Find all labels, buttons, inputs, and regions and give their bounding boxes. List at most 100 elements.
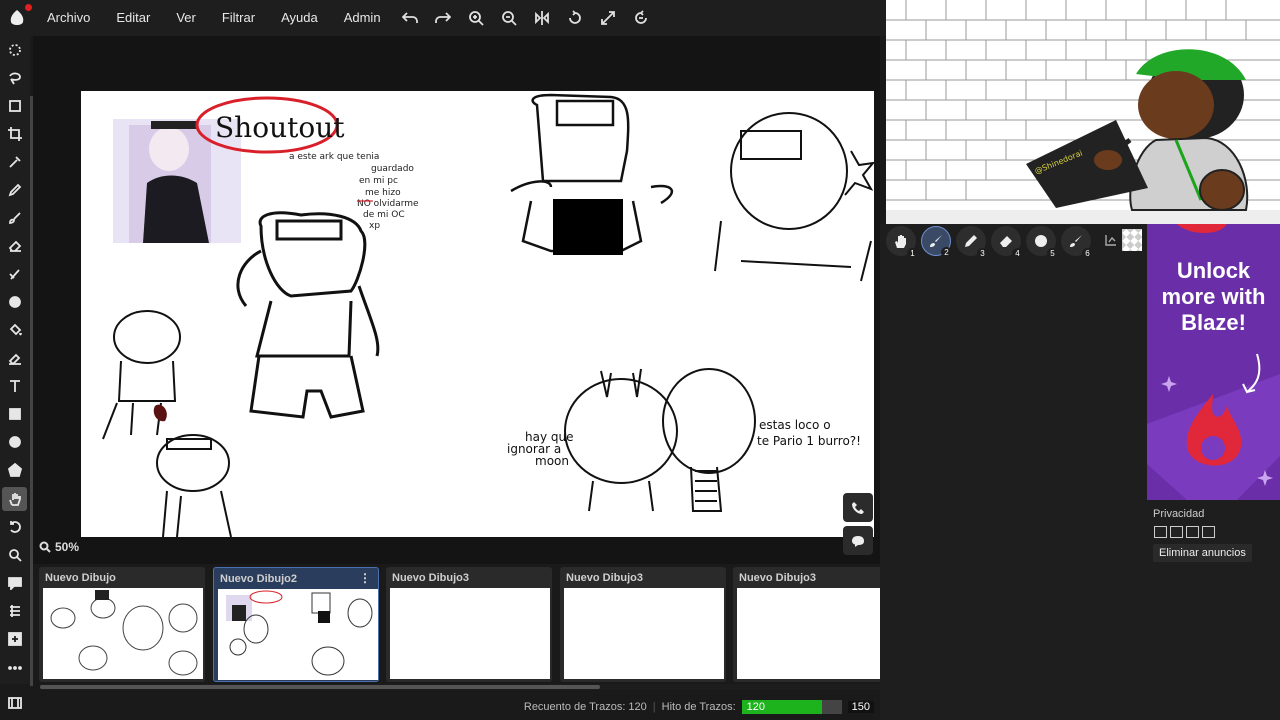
undo-icon[interactable] — [394, 0, 427, 36]
zoom-out-icon[interactable] — [493, 0, 526, 36]
pencil-icon[interactable] — [2, 178, 27, 202]
brush-preset-6[interactable]: 6 — [1061, 226, 1093, 259]
brush-presets: 1 2 3 4 5 6 — [886, 226, 1093, 259]
note-line: a este ark que tenia — [289, 152, 379, 162]
dot-icon — [1035, 235, 1047, 247]
menu-archivo[interactable]: Archivo — [34, 0, 103, 36]
ink-icon[interactable] — [2, 346, 27, 370]
notification-dot — [25, 4, 32, 11]
stream-video[interactable]: @Shinedorai — [886, 0, 1280, 224]
privacy-layout-options — [1154, 526, 1215, 538]
layer-controls — [1104, 226, 1146, 254]
chat-button[interactable] — [843, 526, 873, 555]
app-window: Archivo Editar Ver Filtrar Ayuda Admin S… — [0, 0, 1280, 720]
preset-number: 3 — [977, 248, 988, 259]
transform-icon[interactable] — [2, 94, 27, 118]
layout-option-icon[interactable] — [1202, 526, 1215, 538]
menu-filtrar[interactable]: Filtrar — [209, 0, 268, 36]
note-line: de mi OC — [363, 210, 405, 220]
estas-loco-text: estas loco o — [759, 418, 831, 432]
drawing-canvas[interactable]: Shoutout a este ark que tenia guardado e… — [81, 91, 874, 537]
drawing-thumbnail[interactable]: Nuevo Dibujo3 — [560, 567, 726, 682]
note-line: me hizo — [365, 188, 401, 198]
thumbnail-preview — [43, 588, 203, 679]
rotate-icon[interactable] — [559, 0, 592, 36]
thumbnail-label: Nuevo Dibujo3 — [392, 572, 470, 584]
add-icon[interactable] — [2, 627, 27, 651]
stroke-progress-bar: 120 — [741, 700, 842, 714]
hand-icon[interactable] — [2, 487, 27, 511]
brush-preset-4[interactable]: 4 — [991, 226, 1023, 259]
thumbnail-label: Nuevo Dibujo3 — [566, 572, 644, 584]
thumbnail-menu-icon[interactable]: ⋮ — [359, 571, 371, 585]
menu-admin[interactable]: Admin — [331, 0, 394, 36]
eraser-icon[interactable] — [2, 234, 27, 258]
filmstrip-toggle-icon[interactable] — [2, 691, 28, 715]
blur-icon[interactable] — [2, 290, 27, 314]
reset-view-icon[interactable] — [625, 0, 658, 36]
advertisement[interactable]: Unlock more with Blaze! — [1147, 224, 1280, 500]
progress-value: 120 — [746, 701, 765, 713]
brush-preset-3[interactable]: 3 — [956, 226, 988, 259]
layout-option-icon[interactable] — [1154, 526, 1167, 538]
brush-icon — [1070, 235, 1082, 247]
pen-icon — [965, 235, 977, 247]
app-logo-icon[interactable] — [0, 0, 34, 36]
brush-preset-2[interactable]: 2 — [921, 226, 952, 258]
remove-ads-button[interactable]: Eliminar anuncios — [1153, 544, 1252, 562]
status-bar: Recuento de Trazos: 120 | Hito de Trazos… — [33, 694, 880, 720]
chat-icon[interactable] — [2, 571, 27, 595]
layer-thumbnail[interactable] — [1122, 229, 1142, 251]
privacy-label: Privacidad — [1153, 508, 1205, 520]
shape-icon[interactable] — [2, 458, 27, 482]
zoom-indicator[interactable]: 50% — [39, 540, 79, 554]
layout-option-icon[interactable] — [1186, 526, 1199, 538]
shoutout-drawn-text: Shoutout — [215, 111, 345, 144]
text-icon[interactable] — [2, 374, 27, 398]
redo-icon[interactable] — [427, 0, 460, 36]
brush-icon[interactable] — [2, 206, 27, 230]
menu-editar[interactable]: Editar — [103, 0, 163, 36]
fullscreen-icon[interactable] — [592, 0, 625, 36]
brush-preset-1[interactable]: 1 — [886, 226, 918, 259]
scrollbar-thumb[interactable] — [40, 685, 600, 689]
layer-settings-icon[interactable] — [1104, 233, 1118, 247]
more-icon[interactable] — [2, 656, 27, 680]
fill-icon[interactable] — [2, 318, 27, 342]
ad-artwork — [1147, 224, 1280, 500]
brush-preset-5[interactable]: 5 — [1026, 226, 1058, 259]
horizontal-scrollbar[interactable] — [40, 684, 880, 690]
drawing-thumbnail[interactable]: Nuevo Dibujo3 — [733, 567, 880, 682]
lasso-icon[interactable] — [2, 66, 27, 90]
zoom-icon — [39, 541, 51, 553]
drawing-thumbnail[interactable]: Nuevo Dibujo3 — [386, 567, 552, 682]
rectangle-icon[interactable] — [2, 402, 27, 426]
menu-ayuda[interactable]: Ayuda — [268, 0, 331, 36]
undo-tool-icon[interactable] — [2, 515, 27, 539]
call-button[interactable] — [843, 493, 873, 522]
note-line: xp — [369, 221, 380, 231]
zoom-in-icon[interactable] — [460, 0, 493, 36]
menu-bar: Archivo Editar Ver Filtrar Ayuda Admin — [0, 0, 886, 36]
note-line: guardado — [371, 164, 414, 174]
stroke-milestone-label: Hito de Trazos: — [661, 701, 736, 713]
thumbnail-preview — [218, 589, 378, 680]
zoom-icon[interactable] — [2, 543, 27, 567]
drawing-thumbnail-selected[interactable]: Nuevo Dibujo2 ⋮ — [213, 567, 379, 682]
preset-number: 1 — [907, 248, 918, 259]
smudge-icon[interactable] — [2, 262, 27, 286]
eraser-icon — [1000, 236, 1012, 247]
layout-option-icon[interactable] — [1170, 526, 1183, 538]
circle-icon[interactable] — [2, 430, 27, 454]
flip-icon[interactable] — [526, 0, 559, 36]
drawing-thumbnail[interactable]: Nuevo Dibujo — [39, 567, 205, 682]
estas-loco-text: te Pario 1 burro?! — [757, 434, 861, 448]
eyedropper-icon[interactable] — [2, 150, 27, 174]
chat-bubble-icon — [852, 535, 864, 547]
right-panel — [880, 224, 1147, 720]
crop-icon[interactable] — [2, 122, 27, 146]
menu-ver[interactable]: Ver — [163, 0, 209, 36]
thumbnail-label: Nuevo Dibujo2 — [220, 573, 298, 585]
layers-icon[interactable] — [2, 599, 27, 623]
select-ellipse-icon[interactable] — [2, 38, 27, 62]
